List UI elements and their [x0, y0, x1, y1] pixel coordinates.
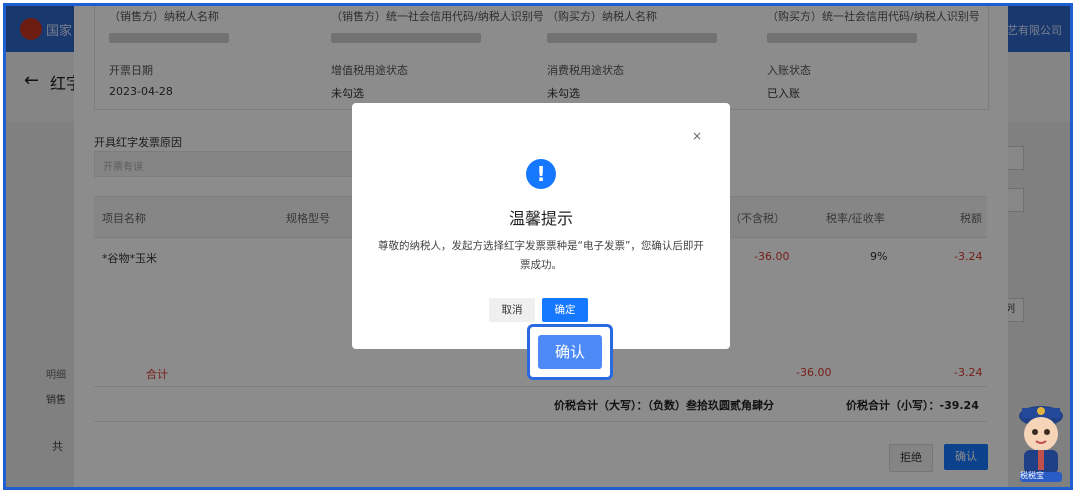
- ok-button[interactable]: 确定: [542, 298, 588, 322]
- zoom-callout: 确认: [527, 324, 613, 380]
- screenshot-frame: 国家 艺有限公司 ← 红字 明细 销售 共 列 （销售方）纳税人名称 （销售方）…: [3, 3, 1073, 490]
- close-icon[interactable]: ×: [692, 129, 702, 143]
- warm-tip-dialog: × ! 温馨提示 尊敬的纳税人，发起方选择红字发票票种是“电子发票”，您确认后即…: [352, 103, 730, 349]
- cancel-button[interactable]: 取消: [489, 298, 535, 322]
- callout-confirm-button[interactable]: 确认: [538, 335, 602, 369]
- dialog-message: 尊敬的纳税人，发起方选择红字发票票种是“电子发票”，您确认后即开票成功。: [378, 240, 704, 271]
- exclamation-icon: !: [526, 159, 556, 189]
- mascot-label: 税税宝: [1020, 471, 1044, 480]
- dialog-title: 温馨提示: [508, 209, 573, 228]
